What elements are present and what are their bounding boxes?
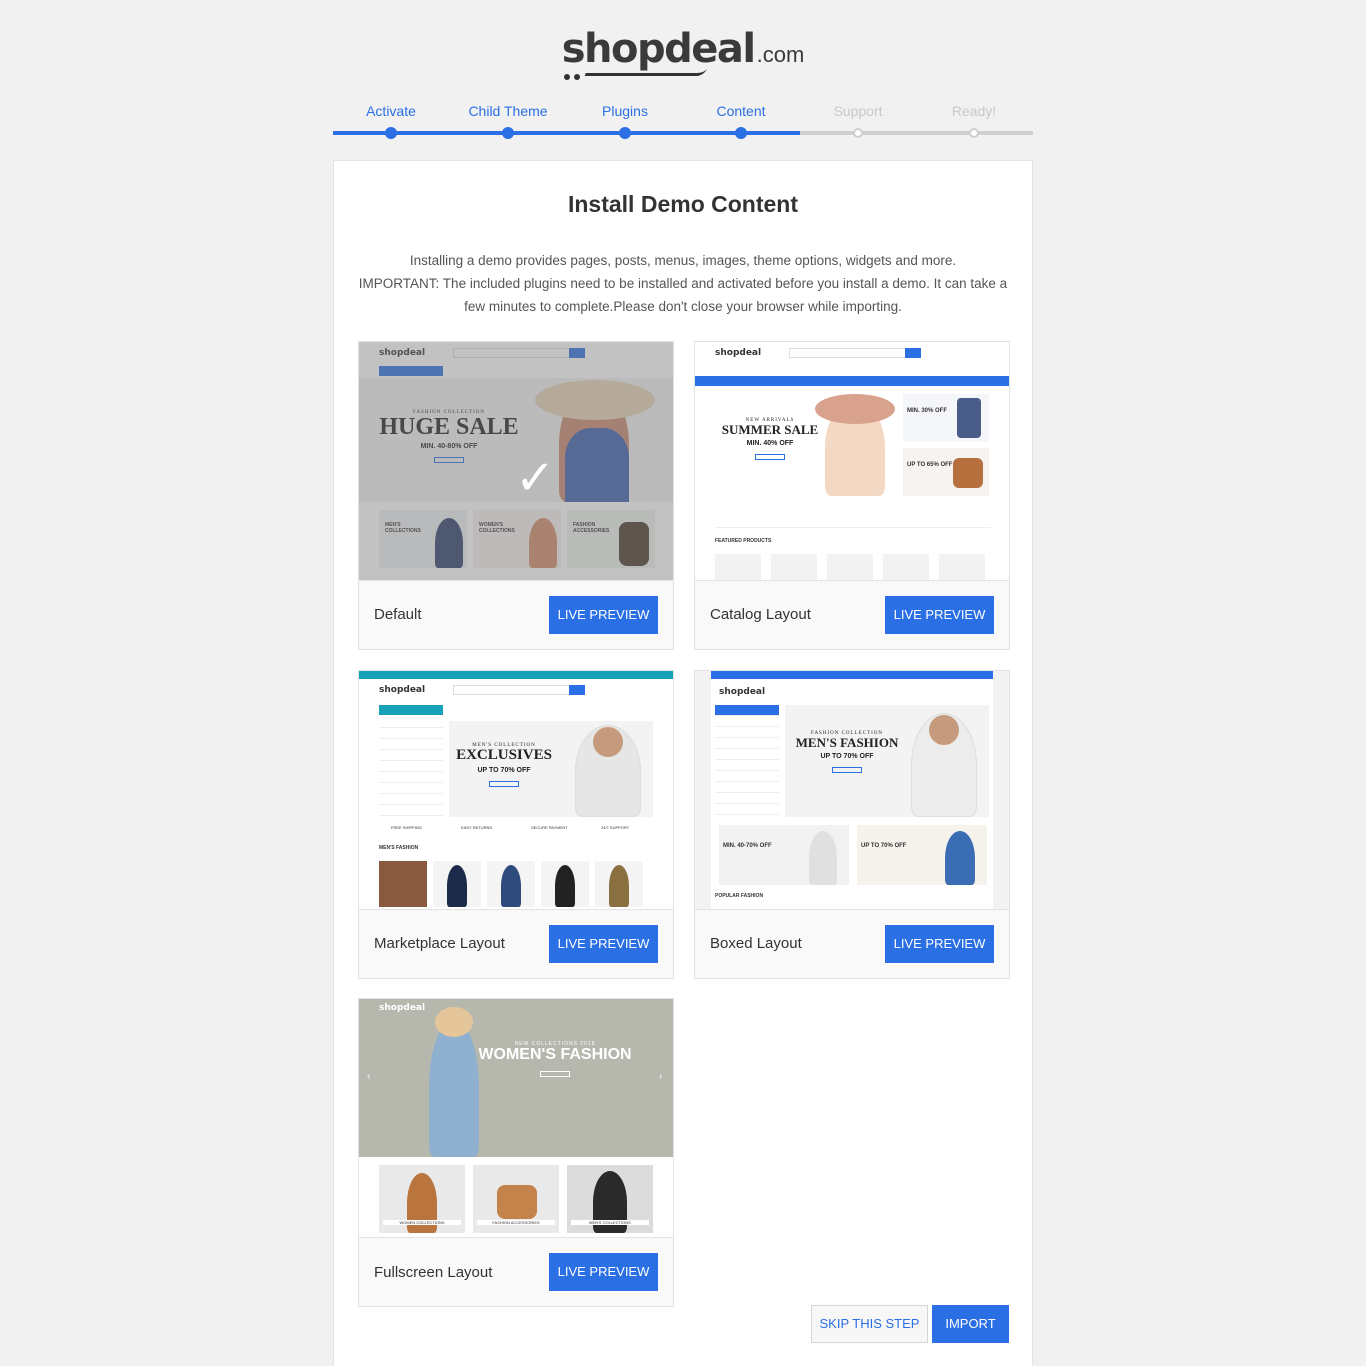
step-activate[interactable]: Activate (333, 100, 449, 122)
selected-check-icon: ✓ (515, 450, 556, 506)
live-preview-button-fullscreen[interactable]: LIVE PREVIEW (549, 1253, 658, 1291)
demo-name-catalog: Catalog Layout (710, 606, 811, 623)
import-button[interactable]: IMPORT (932, 1305, 1009, 1343)
slider-next-icon[interactable]: › (659, 1071, 662, 1082)
logo-wordmark: shopdeal (561, 26, 756, 72)
demo-thumbnail-default[interactable]: shopdeal FASHION COLLECTION HUGE SALE MI… (359, 342, 673, 581)
live-preview-button-boxed[interactable]: LIVE PREVIEW (885, 925, 994, 963)
demo-name-boxed: Boxed Layout (710, 935, 802, 952)
demo-name-default: Default (374, 606, 422, 623)
page-title: Install Demo Content (567, 191, 798, 217)
demo-name-fullscreen: Fullscreen Layout (374, 1264, 493, 1281)
demo-card-fullscreen[interactable]: shopdeal NEW COLLECTIONS 2018 WOMEN'S FA… (358, 998, 674, 1307)
step-support: Support (833, 103, 883, 119)
step-ready: Ready! (951, 103, 997, 119)
demo-card-default[interactable]: shopdeal FASHION COLLECTION HUGE SALE MI… (358, 341, 674, 650)
demo-thumbnail-marketplace[interactable]: shopdeal MEN'S COLLECTION EXCLUSIVES UP … (359, 671, 673, 910)
step-plugins[interactable]: Plugins (567, 100, 683, 122)
logo-tld: .com (756, 42, 805, 67)
description: Installing a demo provides pages, posts,… (354, 249, 1012, 318)
live-preview-button-marketplace[interactable]: LIVE PREVIEW (549, 925, 658, 963)
steps-progress (333, 131, 800, 135)
setup-steps: Activate Child Theme Plugins Content Sup… (333, 100, 1033, 140)
live-preview-button-default[interactable]: LIVE PREVIEW (549, 596, 658, 634)
demo-name-marketplace: Marketplace Layout (374, 935, 505, 952)
step-dot-plugins (620, 128, 630, 138)
demo-card-boxed[interactable]: shopdeal FASHION COLLECTION MEN'S FASHIO… (694, 670, 1010, 979)
demo-card-marketplace[interactable]: shopdeal MEN'S COLLECTION EXCLUSIVES UP … (358, 670, 674, 979)
step-dot-child-theme (503, 128, 513, 138)
step-dot-support (853, 128, 863, 138)
description-line-1: Installing a demo provides pages, posts,… (409, 253, 957, 268)
description-line-2: IMPORTANT: The included plugins need to … (358, 276, 1008, 314)
step-child-theme[interactable]: Child Theme (450, 100, 566, 122)
step-content[interactable]: Content (683, 100, 799, 122)
slider-prev-icon[interactable]: ‹ (367, 1071, 370, 1082)
step-dot-ready (969, 128, 979, 138)
demo-thumbnail-boxed[interactable]: shopdeal FASHION COLLECTION MEN'S FASHIO… (695, 671, 1009, 910)
live-preview-button-catalog[interactable]: LIVE PREVIEW (885, 596, 994, 634)
skip-step-button[interactable]: SKIP THIS STEP (811, 1305, 928, 1343)
demo-thumbnail-catalog[interactable]: shopdeal NEW ARRIVALS SUMMER SALE MIN. 4… (695, 342, 1009, 581)
step-dot-activate (386, 128, 396, 138)
logo-cart-icon (562, 72, 622, 80)
install-demo-card: Install Demo Content Installing a demo p… (333, 160, 1033, 1366)
demo-thumbnail-fullscreen[interactable]: shopdeal NEW COLLECTIONS 2018 WOMEN'S FA… (359, 999, 673, 1238)
shopdeal-logo: shopdeal.com (0, 26, 1366, 80)
demo-card-catalog[interactable]: shopdeal NEW ARRIVALS SUMMER SALE MIN. 4… (694, 341, 1010, 650)
step-dot-content (736, 128, 746, 138)
